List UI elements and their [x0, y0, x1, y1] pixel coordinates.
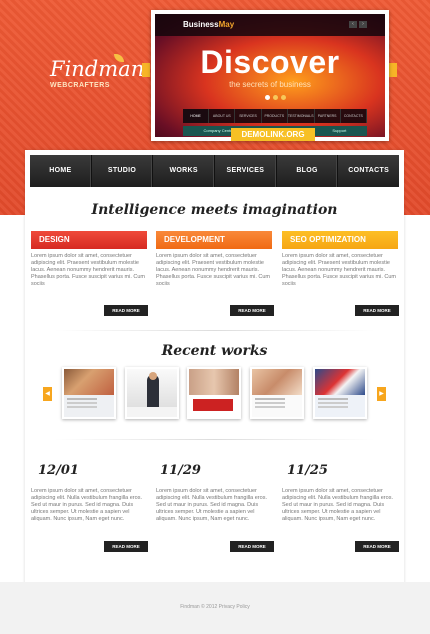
read-more-button[interactable]: READ MORE [104, 541, 148, 552]
feature-title: DEVELOPMENT [156, 231, 272, 249]
slider-dot[interactable] [281, 95, 286, 100]
slider-brand-prefix: Business [183, 20, 219, 29]
nav-item-blog[interactable]: BLOG [277, 155, 339, 187]
slider-dots [265, 95, 286, 100]
nav-item-works[interactable]: WORKS [153, 155, 216, 187]
work-thumbnail[interactable] [187, 367, 241, 419]
main-content: HOME STUDIO WORKS SERVICES BLOG CONTACTS… [25, 150, 404, 620]
slider-headline: Discover [200, 44, 340, 80]
recent-works-heading: Recent works [161, 343, 268, 359]
news-date: 11/25 [287, 463, 328, 478]
nav-item-studio[interactable]: STUDIO [92, 155, 154, 187]
slider-nav: HOME ABOUT US SERVICES PRODUCTS TESTIMON… [183, 109, 367, 123]
slider-brand: BusinessMay [183, 20, 234, 29]
read-more-button[interactable]: READ MORE [104, 305, 148, 316]
feature-text: Lorem ipsum dolor sit amet, consectetuer… [156, 253, 271, 287]
work-image [64, 369, 114, 417]
slider-nav-item: HOME [183, 109, 210, 123]
slider-strip-item: Company Center [203, 128, 234, 133]
demo-link-badge[interactable]: DEMOLINK.ORG [231, 128, 315, 141]
page-footer: Findman © 2012 Privacy Policy [0, 582, 430, 634]
work-thumbnail[interactable] [250, 367, 304, 419]
feature-column-development: DEVELOPMENT Lorem ipsum dolor sit amet, … [156, 231, 272, 289]
works-next-arrow-icon[interactable]: ▶ [377, 387, 386, 401]
hero-slider: BusinessMay ‹ › Discover the secrets of … [151, 10, 389, 141]
feature-column-design: DESIGN Lorem ipsum dolor sit amet, conse… [31, 231, 147, 289]
work-thumbnail[interactable] [313, 367, 367, 419]
slider-prev-tab[interactable] [142, 63, 150, 77]
slider-subline: the secrets of business [229, 80, 311, 89]
slider-brand-suffix: May [218, 20, 235, 29]
slider-nav-item: PARTNERS [315, 109, 341, 123]
site-logo[interactable]: Findman WEBCRAFTERS [50, 54, 145, 89]
slider-screen: BusinessMay ‹ › Discover the secrets of … [155, 14, 385, 137]
news-date: 11/29 [160, 463, 201, 478]
work-image [315, 369, 365, 417]
news-date: 12/01 [38, 463, 79, 478]
news-text: Lorem ipsum dolor sit amet, consectetuer… [156, 488, 267, 522]
work-thumbnail[interactable] [62, 367, 116, 419]
slider-nav-item: TESTIMONIALS [288, 109, 315, 123]
feature-text: Lorem ipsum dolor sit amet, consectetuer… [282, 253, 397, 287]
footer-copyright[interactable]: Findman © 2012 Privacy Policy [0, 604, 430, 610]
slider-dot[interactable] [265, 95, 270, 100]
read-more-button[interactable]: READ MORE [230, 305, 274, 316]
work-image [127, 369, 177, 417]
slider-nav-item: CONTACTS [341, 109, 367, 123]
work-image [252, 369, 302, 417]
section-divider [55, 439, 375, 440]
slider-nav-item: SERVICES [235, 109, 262, 123]
feature-text: Lorem ipsum dolor sit amet, consectetuer… [31, 253, 146, 287]
works-prev-arrow-icon[interactable]: ◀ [43, 387, 52, 401]
feature-title: SEO OPTIMIZATION [282, 231, 398, 249]
slider-mini-arrows: ‹ › [349, 21, 367, 28]
feature-title: DESIGN [31, 231, 147, 249]
read-more-button[interactable]: READ MORE [230, 541, 274, 552]
nav-item-contacts[interactable]: CONTACTS [338, 155, 399, 187]
feature-column-seo: SEO OPTIMIZATION Lorem ipsum dolor sit a… [282, 231, 398, 289]
slider-nav-item: ABOUT US [209, 109, 236, 123]
logo-tagline: WEBCRAFTERS [50, 82, 110, 89]
read-more-button[interactable]: READ MORE [355, 541, 399, 552]
nav-item-home[interactable]: HOME [30, 155, 92, 187]
work-thumbnail[interactable] [125, 367, 179, 419]
tagline-heading: Intelligence meets imagination [91, 202, 338, 218]
work-image [189, 369, 239, 417]
logo-name: Findman [50, 57, 145, 81]
slider-nav-item: PRODUCTS [262, 109, 288, 123]
main-nav: HOME STUDIO WORKS SERVICES BLOG CONTACTS [30, 155, 399, 187]
nav-item-services[interactable]: SERVICES [215, 155, 277, 187]
arrow-left-icon[interactable]: ‹ [349, 21, 357, 28]
read-more-button[interactable]: READ MORE [355, 305, 399, 316]
arrow-right-icon[interactable]: › [359, 21, 367, 28]
news-text: Lorem ipsum dolor sit amet, consectetuer… [282, 488, 393, 522]
slider-strip-item: Support [332, 128, 347, 133]
section-divider [55, 330, 375, 331]
slider-dot[interactable] [273, 95, 278, 100]
news-text: Lorem ipsum dolor sit amet, consectetuer… [31, 488, 142, 522]
slider-next-tab[interactable] [389, 63, 397, 77]
